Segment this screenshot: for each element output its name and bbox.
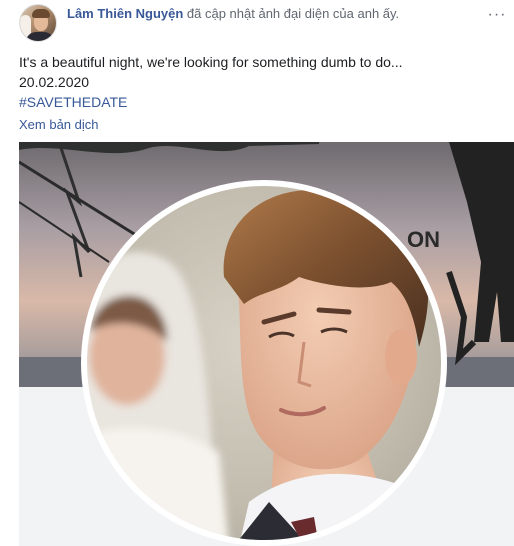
post-headline: Lâm Thiên Nguyện đã cập nhật ảnh đại diệ… — [67, 5, 399, 23]
avatar-hair — [32, 9, 50, 18]
profile-picture-post-image[interactable]: ON — [19, 142, 514, 546]
author-avatar[interactable] — [19, 4, 57, 42]
author-name-link[interactable]: Lâm Thiên Nguyện — [67, 6, 183, 21]
post-action-text: đã cập nhật ảnh đại diện của anh ấy. — [183, 6, 400, 21]
cover-text: ON — [407, 227, 440, 252]
post-body: It's a beautiful night, we're looking fo… — [19, 52, 403, 112]
post-header: Lâm Thiên Nguyện đã cập nhật ảnh đại diệ… — [0, 0, 514, 50]
avatar-suit — [26, 32, 54, 41]
hashtag-link[interactable]: #SAVETHEDATE — [19, 92, 403, 112]
post-text-line: It's a beautiful night, we're looking fo… — [19, 54, 403, 70]
cover-and-profile-photo: ON — [19, 142, 514, 546]
see-translation-link[interactable]: Xem bản dịch — [19, 116, 99, 134]
post-date-line: 20.02.2020 — [19, 74, 90, 90]
more-options-icon[interactable]: ··· — [486, 7, 508, 23]
